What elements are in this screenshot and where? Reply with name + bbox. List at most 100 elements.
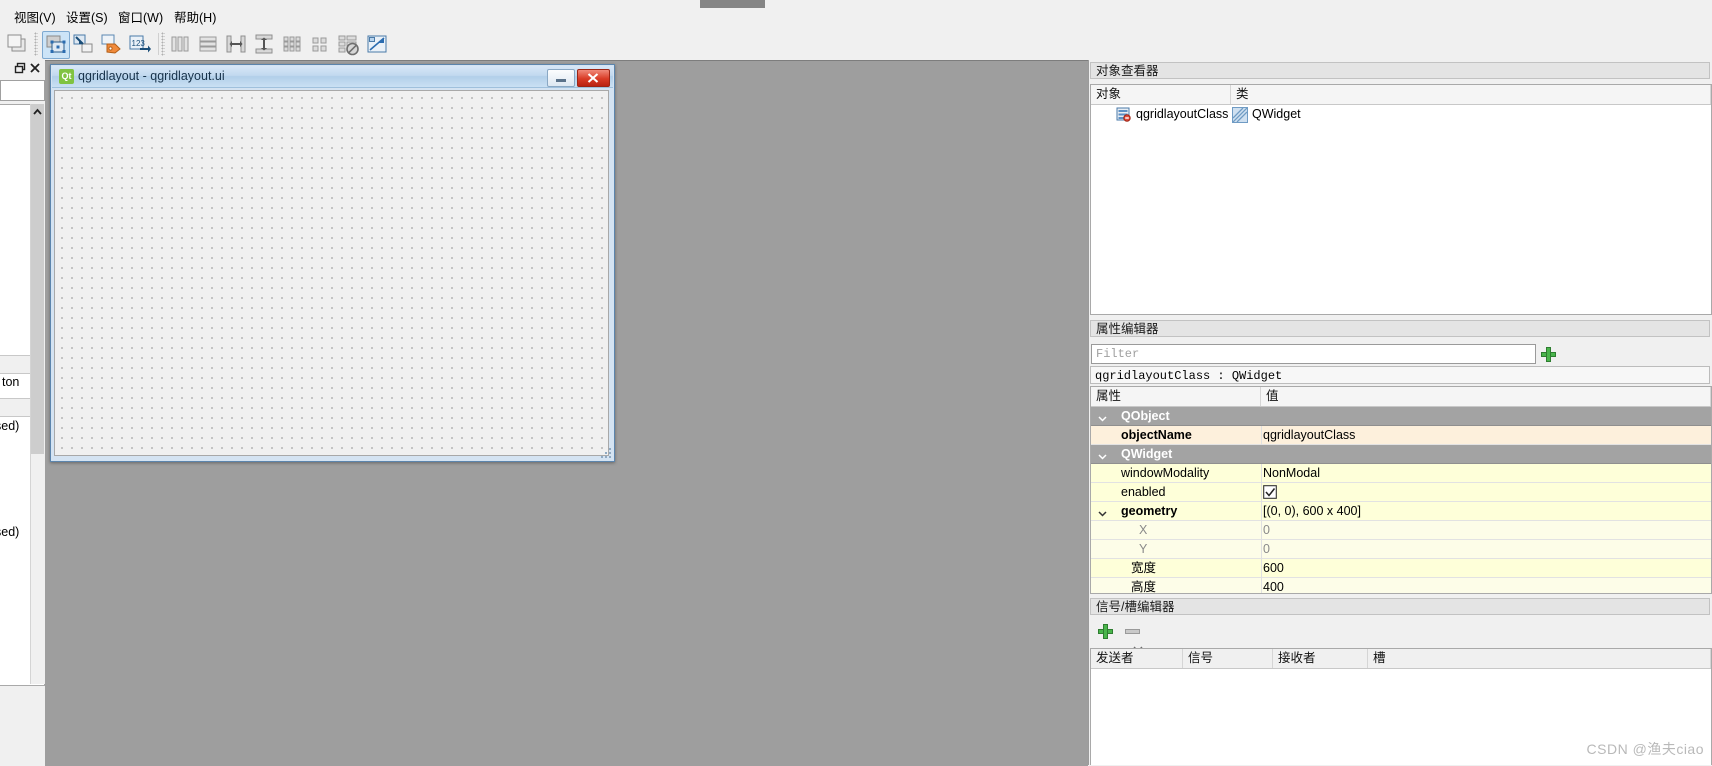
edit-signals-slots-icon[interactable] — [70, 31, 96, 57]
toolbar-grip-1[interactable] — [34, 32, 38, 56]
widget-box-scrollbar-thumb[interactable] — [31, 104, 44, 454]
property-name: enabled — [1121, 485, 1166, 499]
property-name: windowModality — [1121, 466, 1210, 480]
watermark-text: CSDN @渔夫ciao — [1586, 741, 1704, 757]
property-editor-panel[interactable]: 属性 值 QObject objectName qgridlayoutClass… — [1090, 386, 1712, 594]
break-layout-icon[interactable] — [335, 31, 361, 57]
property-value[interactable]: 600 — [1263, 559, 1284, 577]
signal-slot-header: 发送者 信号 接收者 槽 — [1091, 649, 1711, 669]
adjust-size-icon[interactable] — [364, 31, 390, 57]
layout-horizontally-icon[interactable] — [167, 31, 193, 57]
layout-grid-icon[interactable] — [279, 31, 305, 57]
chevron-down-icon[interactable] — [1098, 507, 1107, 517]
add-property-button[interactable] — [1538, 344, 1558, 364]
layout-form-icon[interactable] — [307, 31, 333, 57]
chevron-down-icon[interactable] — [1098, 450, 1107, 460]
property-filter-input[interactable]: Filter — [1091, 344, 1536, 364]
resize-grip[interactable] — [601, 448, 613, 460]
property-value[interactable]: NonModal — [1263, 464, 1320, 482]
widget-box-icon[interactable] — [4, 31, 30, 57]
minimize-button[interactable] — [547, 69, 575, 87]
menu-item-help[interactable]: 帮助(H) — [168, 9, 222, 27]
object-class-cell: QWidget — [1252, 107, 1301, 121]
form-subwindow[interactable]: Qt qgridlayout - qgridlayout.ui — [50, 64, 615, 462]
layout-vertically-icon[interactable] — [195, 31, 221, 57]
property-name: QObject — [1121, 409, 1170, 423]
menu-item-window[interactable]: 窗口(W) — [112, 9, 169, 27]
close-button[interactable] — [577, 69, 610, 87]
property-row[interactable]: objectName qgridlayoutClass — [1091, 426, 1711, 445]
edit-widgets-icon[interactable] — [42, 31, 70, 59]
property-group-row[interactable]: QWidget — [1091, 445, 1711, 464]
toolbar-separator-1 — [158, 33, 159, 55]
form-subwindow-title: qgridlayout - qgridlayout.ui — [78, 69, 225, 83]
qt-logo-text: Qt — [61, 71, 72, 81]
column-header-receiver[interactable]: 接收者 — [1273, 649, 1368, 668]
chevron-down-icon[interactable] — [1098, 412, 1107, 422]
property-row[interactable]: 高度 400 — [1091, 578, 1711, 594]
signal-slot-editor-title: 信号/槽编辑器 — [1090, 598, 1710, 615]
list-item[interactable] — [0, 355, 30, 374]
window-top-strip — [0, 0, 1712, 8]
toolbar-grip-2[interactable] — [161, 32, 165, 56]
column-header-object[interactable]: 对象 — [1091, 85, 1231, 104]
property-value[interactable]: 0 — [1263, 540, 1270, 558]
widget-box-label-clipped-2: sed) — [0, 419, 20, 433]
column-header-value[interactable]: 值 — [1261, 387, 1711, 406]
column-header-class[interactable]: 类 — [1231, 85, 1711, 104]
property-name: Y — [1139, 542, 1148, 556]
property-name: geometry — [1121, 504, 1178, 518]
property-editor-header: 属性 值 — [1091, 387, 1711, 407]
list-item[interactable] — [0, 398, 30, 417]
chevron-up-icon[interactable] — [31, 105, 44, 119]
property-row[interactable]: X 0 — [1091, 521, 1711, 540]
edit-buddies-icon[interactable] — [98, 31, 124, 57]
layout-splitter-v-icon[interactable] — [251, 31, 277, 57]
property-value[interactable]: qgridlayoutClass — [1263, 426, 1355, 444]
table-row[interactable]: qgridlayoutClass QWidget — [1092, 105, 1712, 124]
add-connection-button[interactable] — [1095, 621, 1115, 641]
column-header-sender[interactable]: 发送者 — [1091, 649, 1183, 668]
edit-tab-order-icon[interactable]: 123 — [126, 31, 152, 57]
property-row[interactable]: enabled — [1091, 483, 1711, 502]
property-name: QWidget — [1121, 447, 1173, 461]
enabled-checkbox[interactable] — [1263, 485, 1277, 503]
window-tab-stub[interactable] — [700, 0, 765, 8]
column-header-slot[interactable]: 槽 — [1368, 649, 1711, 668]
property-filter-placeholder: Filter — [1096, 347, 1140, 361]
property-editor-title: 属性编辑器 — [1090, 320, 1710, 337]
property-name: X — [1139, 523, 1148, 537]
property-row[interactable]: windowModality NonModal — [1091, 464, 1711, 483]
svg-text:123: 123 — [132, 39, 146, 48]
column-header-signal[interactable]: 信号 — [1183, 649, 1273, 668]
property-group-row[interactable]: QObject — [1091, 407, 1711, 426]
widget-box-search-input[interactable] — [0, 80, 45, 101]
layout-splitter-h-icon[interactable] — [223, 31, 249, 57]
delete-connection-button[interactable] — [1122, 621, 1142, 641]
property-class-banner: qgridlayoutClass : QWidget — [1090, 366, 1710, 384]
property-value[interactable]: [(0, 0), 600 x 400] — [1263, 502, 1361, 520]
object-inspector-title: 对象查看器 — [1090, 62, 1710, 79]
object-inspector-panel[interactable]: 对象 类 qgridlayoutClass QWidget — [1090, 84, 1712, 315]
property-name: 宽度 — [1131, 561, 1157, 575]
property-name: 高度 — [1131, 580, 1157, 594]
toolbar: 123 — [0, 28, 1712, 61]
property-value[interactable]: 0 — [1263, 521, 1270, 539]
menu-item-view[interactable]: 视图(V) — [8, 9, 62, 27]
form-widget-icon — [1116, 107, 1131, 122]
widget-box-label-clipped-3: sed) — [0, 525, 20, 539]
form-design-canvas[interactable] — [54, 90, 609, 456]
property-row[interactable]: 宽度 600 — [1091, 559, 1711, 578]
column-header-property[interactable]: 属性 — [1091, 387, 1261, 406]
form-subwindow-titlebar[interactable]: Qt qgridlayout - qgridlayout.ui — [52, 66, 613, 88]
object-name-cell: qgridlayoutClass — [1136, 107, 1229, 121]
property-row[interactable]: Y 0 — [1091, 540, 1711, 559]
close-icon[interactable] — [29, 62, 41, 74]
qt-logo-icon: Qt — [59, 69, 74, 84]
property-name: objectName — [1121, 428, 1192, 442]
menu-item-settings[interactable]: 设置(S) — [60, 9, 114, 27]
property-row[interactable]: geometry [(0, 0), 600 x 400] — [1091, 502, 1711, 521]
restore-icon[interactable] — [14, 62, 26, 74]
property-value[interactable]: 400 — [1263, 578, 1284, 593]
object-inspector-header: 对象 类 — [1091, 85, 1711, 105]
